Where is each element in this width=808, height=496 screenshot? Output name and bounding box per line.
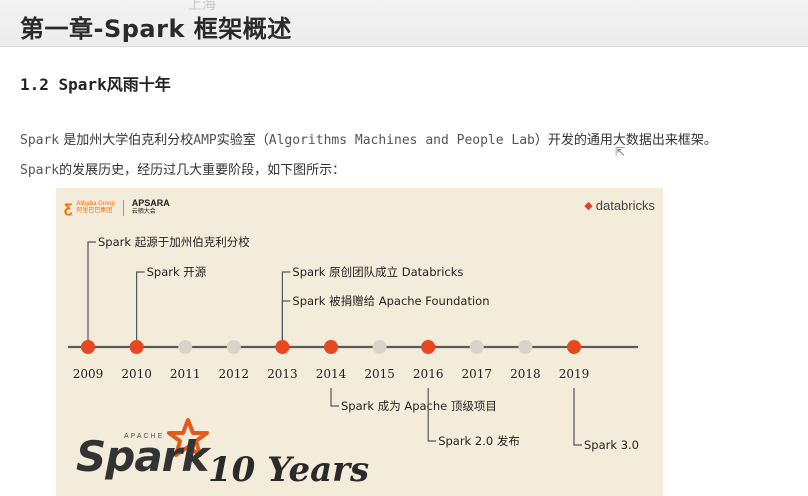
- spark-timeline-figure: ƹ Alibaba Group 阿里巴巴集团 APSARA 云栖大会 ◆ datab…: [56, 188, 663, 496]
- year-label: 2012: [219, 367, 250, 381]
- ten-years-text: 10 Years: [208, 450, 370, 490]
- title-bar: 第一章-Spark 框架概述 上海: [0, 0, 808, 47]
- term-amp: AMP: [193, 133, 217, 148]
- event-label: Spark 3.0: [584, 438, 639, 452]
- event-label: Spark 起源于加州伯克利分校: [98, 235, 250, 249]
- milestone-dot: [275, 340, 290, 354]
- event-label: Spark 开源: [147, 265, 207, 279]
- year-label: 2014: [316, 367, 347, 381]
- year-dot: [178, 340, 193, 354]
- milestone-dot: [81, 340, 95, 354]
- event-connector: [281, 271, 291, 341]
- year-label: 2019: [559, 367, 590, 381]
- intro-paragraph: Spark 是加州大学伯克利分校AMP实验室（Algorithms Machin…: [20, 129, 717, 148]
- term-amplab: Algorithms Machines and People Lab: [268, 133, 535, 148]
- para1-text-c: ）开发的通用大数据出来框架。: [534, 133, 717, 148]
- term-spark-2: Spark: [20, 163, 60, 178]
- section-heading: 1.2 Spark风雨十年: [20, 75, 171, 94]
- year-dot: [518, 340, 533, 354]
- year-label: 2009: [73, 367, 104, 381]
- year-dot: [372, 340, 387, 354]
- year-label: 2011: [170, 367, 201, 381]
- milestone-dot: [421, 340, 436, 354]
- event-connector: [87, 241, 96, 341]
- watermark: 上海: [188, 0, 216, 12]
- year-dot: [226, 340, 241, 354]
- event-label: Spark 成为 Apache 顶级项目: [341, 399, 497, 413]
- event-label: Spark 原创团队成立 Databricks: [292, 265, 463, 279]
- event-label: Spark 被捐赠给 Apache Foundation: [292, 294, 489, 308]
- para1-text-b: 实验室（: [216, 133, 269, 148]
- year-dot: [469, 340, 484, 354]
- milestone-dot: [567, 340, 581, 354]
- cursor-icon: ⇱: [615, 145, 626, 159]
- para2-text: 的发展历史，经历过几大重要阶段，如下图所示：: [59, 163, 346, 178]
- event-connector: [330, 388, 339, 407]
- event-connector: [135, 271, 145, 341]
- year-label: 2013: [267, 367, 298, 381]
- event-connector: [281, 300, 291, 341]
- year-label: 2016: [413, 367, 444, 381]
- para1-text-a: 是加州大学伯克利分校: [59, 133, 194, 148]
- term-spark: Spark: [20, 133, 60, 148]
- year-label: 2010: [121, 367, 152, 381]
- year-label: 2015: [364, 367, 395, 381]
- event-connector: [573, 388, 582, 446]
- event-connector: [427, 388, 437, 442]
- milestone-dot: [324, 340, 338, 354]
- event-label: Spark 2.0 发布: [438, 434, 520, 448]
- year-label: 2017: [462, 367, 493, 381]
- spark-wordmark: Spark: [76, 432, 209, 481]
- history-paragraph: Spark的发展历史，经历过几大重要阶段，如下图所示：: [20, 159, 345, 178]
- year-label: 2018: [510, 367, 541, 381]
- page-title: 第一章-Spark 框架概述: [20, 15, 292, 43]
- milestone-dot: [129, 340, 144, 354]
